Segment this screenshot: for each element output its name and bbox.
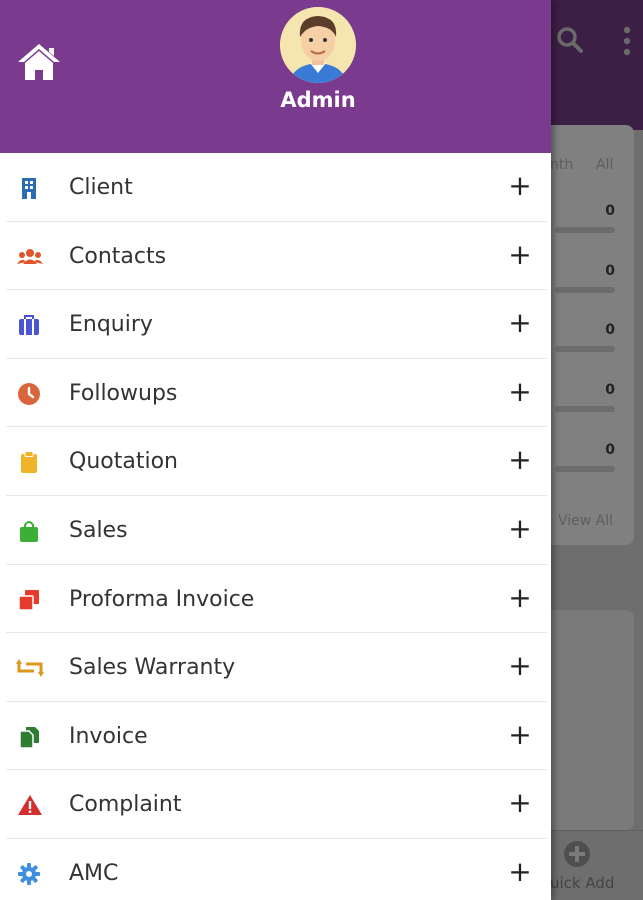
plus-circle-icon bbox=[564, 841, 590, 867]
avatar[interactable] bbox=[280, 7, 356, 83]
expand-icon[interactable]: + bbox=[506, 306, 534, 340]
tab-all[interactable]: All bbox=[596, 157, 613, 173]
menu-item-label: Contacts bbox=[69, 243, 167, 269]
menu-item-sales[interactable]: Sales + bbox=[6, 496, 547, 565]
count-value: 0 bbox=[605, 322, 615, 338]
expand-icon[interactable]: + bbox=[506, 581, 534, 615]
navigation-drawer: Admin Client + Contacts + Enquiry + Foll… bbox=[0, 0, 551, 900]
clock-icon bbox=[18, 382, 40, 405]
drawer-menu: Client + Contacts + Enquiry + Followups … bbox=[0, 153, 551, 900]
menu-item-amc[interactable]: AMC + bbox=[6, 839, 547, 900]
warning-icon bbox=[18, 795, 42, 816]
menu-item-label: Followups bbox=[69, 380, 178, 406]
count-bar bbox=[555, 227, 615, 233]
building-icon bbox=[22, 178, 36, 199]
menu-item-sales-warranty[interactable]: Sales Warranty + bbox=[6, 633, 547, 702]
expand-icon[interactable]: + bbox=[506, 649, 534, 683]
menu-item-quotation[interactable]: Quotation + bbox=[6, 427, 547, 496]
expand-icon[interactable]: + bbox=[506, 855, 534, 889]
expand-icon[interactable]: + bbox=[506, 443, 534, 477]
count-bar bbox=[555, 406, 615, 412]
count-row: 0 bbox=[555, 322, 615, 352]
menu-item-client[interactable]: Client + bbox=[6, 153, 547, 222]
tab-month[interactable]: nth bbox=[550, 157, 573, 173]
menu-item-label: Sales bbox=[69, 517, 128, 543]
menu-item-proforma-invoice[interactable]: Proforma Invoice + bbox=[6, 565, 547, 634]
menu-item-label: Invoice bbox=[69, 723, 148, 749]
menu-item-invoice[interactable]: Invoice + bbox=[6, 702, 547, 771]
count-value: 0 bbox=[605, 382, 615, 398]
files-icon bbox=[19, 726, 39, 748]
expand-icon[interactable]: + bbox=[506, 375, 534, 409]
quick-add-label: uick Add bbox=[550, 874, 615, 892]
count-value: 0 bbox=[605, 263, 615, 279]
shopping-bag-icon bbox=[20, 520, 38, 542]
count-bar bbox=[555, 346, 615, 352]
menu-item-enquiry[interactable]: Enquiry + bbox=[6, 290, 547, 359]
expand-icon[interactable]: + bbox=[506, 512, 534, 546]
user-avatar-image bbox=[280, 7, 356, 83]
view-all-link[interactable]: View All bbox=[558, 513, 613, 529]
user-name: Admin bbox=[280, 88, 356, 112]
gear-icon bbox=[18, 862, 40, 885]
count-value: 0 bbox=[605, 442, 615, 458]
menu-item-label: Sales Warranty bbox=[69, 655, 236, 681]
copy-icon bbox=[18, 589, 39, 611]
menu-item-label: Complaint bbox=[69, 792, 182, 818]
users-icon bbox=[17, 248, 43, 264]
menu-item-label: Proforma Invoice bbox=[69, 586, 255, 612]
menu-item-complaint[interactable]: Complaint + bbox=[6, 770, 547, 839]
expand-icon[interactable]: + bbox=[506, 238, 534, 272]
count-bar bbox=[555, 466, 615, 472]
home-icon[interactable] bbox=[16, 42, 62, 82]
more-vertical-icon[interactable] bbox=[620, 26, 634, 56]
menu-item-label: AMC bbox=[69, 860, 119, 886]
count-row: 0 bbox=[555, 263, 615, 293]
briefcase-icon bbox=[19, 315, 39, 336]
count-value: 0 bbox=[605, 203, 615, 219]
count-row: 0 bbox=[555, 382, 615, 412]
menu-item-contacts[interactable]: Contacts + bbox=[6, 222, 547, 291]
count-row: 0 bbox=[555, 203, 615, 233]
menu-item-followups[interactable]: Followups + bbox=[6, 359, 547, 428]
expand-icon[interactable]: + bbox=[506, 718, 534, 752]
expand-icon[interactable]: + bbox=[506, 169, 534, 203]
quick-add-button[interactable]: uick Add bbox=[548, 831, 643, 900]
menu-item-label: Enquiry bbox=[69, 312, 153, 338]
menu-item-label: Client bbox=[69, 175, 133, 200]
expand-icon[interactable]: + bbox=[506, 786, 534, 820]
count-row: 0 bbox=[555, 442, 615, 472]
clipboard-icon bbox=[21, 451, 37, 474]
retweet-icon bbox=[16, 659, 44, 678]
menu-item-label: Quotation bbox=[69, 449, 178, 475]
search-icon[interactable] bbox=[556, 26, 584, 54]
count-bar bbox=[555, 287, 615, 293]
drawer-header: Admin bbox=[0, 0, 551, 153]
